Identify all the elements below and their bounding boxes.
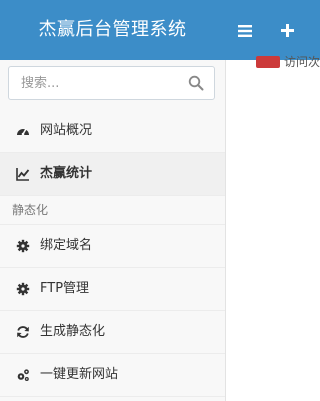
sidebar-item-site-overview[interactable]: 网站概况: [0, 110, 225, 153]
sidebar-item-bind-domain[interactable]: 绑定域名: [0, 225, 225, 268]
sidebar-item-label: 生成静态化: [40, 324, 106, 339]
search-icon[interactable]: [188, 75, 204, 91]
app-title: 杰赢后台管理系统: [38, 19, 187, 40]
sidebar-group-label: 静态化: [0, 196, 225, 225]
sidebar-item-jieying-stats[interactable]: 杰赢统计: [0, 153, 225, 196]
add-button[interactable]: [270, 0, 304, 60]
refresh-icon: [17, 326, 29, 338]
line-chart-icon: [16, 168, 30, 181]
stat-label: 访问次: [284, 55, 320, 69]
sidebar-item-label: FTP管理: [40, 281, 90, 296]
sidebar-item-label: 一键更新网站: [40, 367, 119, 382]
top-navbar: 杰赢后台管理系统: [0, 0, 320, 60]
sidebar-item-generate-static[interactable]: 生成静态化: [0, 311, 225, 354]
sidebar-item-ftp-management[interactable]: FTP管理: [0, 268, 225, 311]
menu-toggle-button[interactable]: [228, 0, 262, 60]
sidebar-nav: 网站概况 杰赢统计 静态化 绑定域名 FTP管理 生成静态化 一键更新网站: [0, 110, 225, 397]
search-box: [8, 66, 215, 100]
hamburger-icon: [238, 24, 252, 37]
gears-icon: [17, 369, 29, 381]
stat-color-badge: [256, 56, 280, 68]
sidebar-item-label: 网站概况: [40, 123, 93, 138]
gear-icon: [16, 282, 30, 296]
dashboard-icon: [17, 128, 29, 136]
search-input[interactable]: [9, 67, 191, 99]
sidebar-item-label: 杰赢统计: [40, 166, 93, 181]
sidebar-item-label: 绑定域名: [40, 238, 93, 253]
gear-icon: [16, 239, 30, 253]
main-content: 访问次: [226, 55, 320, 401]
sidebar-item-one-click-update[interactable]: 一键更新网站: [0, 354, 225, 397]
sidebar: 网站概况 杰赢统计 静态化 绑定域名: [0, 60, 226, 401]
plus-icon: [280, 24, 294, 37]
